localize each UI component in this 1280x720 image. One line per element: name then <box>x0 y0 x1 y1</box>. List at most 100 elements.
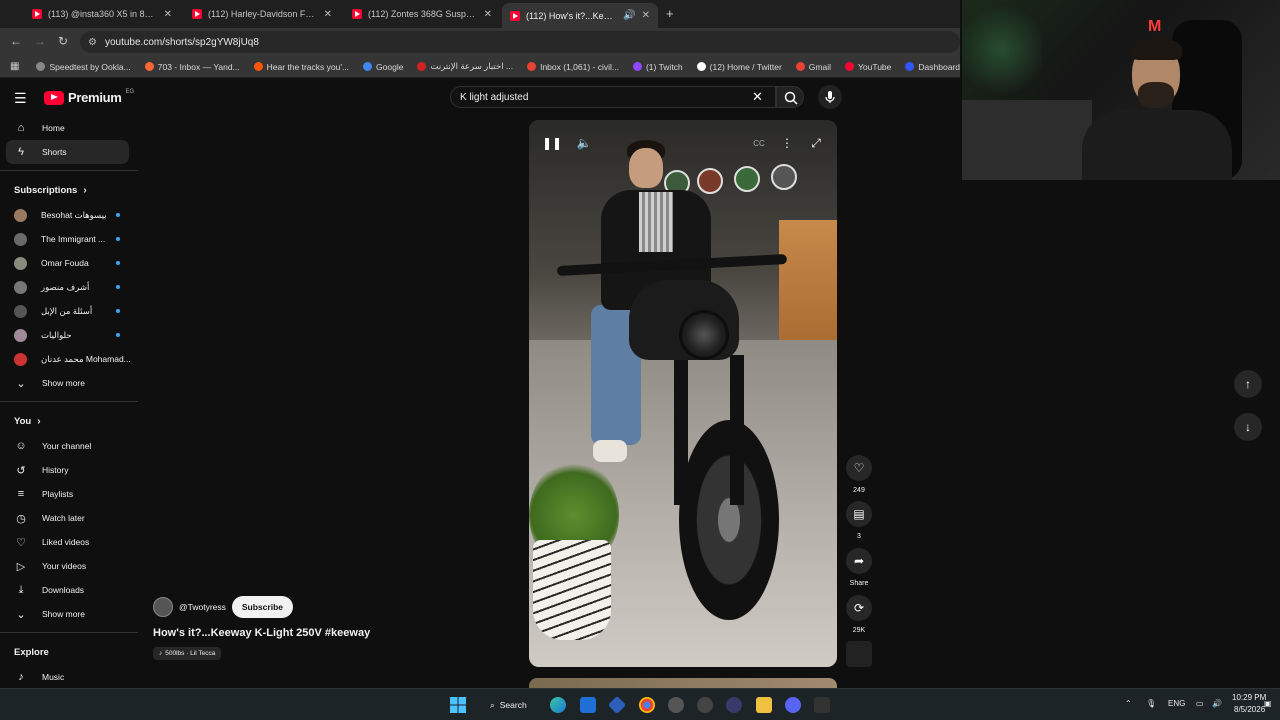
tab-audio-icon[interactable]: 🔊 <box>623 10 635 21</box>
channel-avatar[interactable] <box>153 597 173 617</box>
menu-hamburger-icon[interactable]: ☰ <box>14 90 27 107</box>
clock-time[interactable]: 10:29 PM <box>1232 693 1266 702</box>
back-icon[interactable]: ← <box>10 34 22 48</box>
short-title[interactable]: How's it?...Keeway K-Light 250V #keeway <box>153 627 370 639</box>
bookmark-item[interactable]: Inbox (1,061) - civil... <box>520 62 626 72</box>
new-content-dot <box>116 261 120 265</box>
close-tab-icon[interactable]: ✕ <box>324 9 332 20</box>
voice-search-button[interactable] <box>818 85 842 109</box>
bookmark-item[interactable]: Google <box>356 62 410 72</box>
sidebar-item-your-videos[interactable]: ▷ Your videos <box>0 554 138 578</box>
bookmark-item[interactable]: (1) Twitch <box>626 62 690 72</box>
next-short-preview[interactable] <box>529 678 837 688</box>
sidebar-subscription-item[interactable]: محمد عدنان Mohamad... <box>0 347 138 371</box>
site-info-icon[interactable]: ⚙ <box>88 37 97 48</box>
like-icon[interactable]: ♡ <box>846 455 872 481</box>
volume-icon[interactable]: 🔈 <box>572 131 596 155</box>
sound-thumbnail[interactable] <box>846 641 872 667</box>
network-icon[interactable]: ▭ <box>1196 699 1204 708</box>
sidebar-subscription-item[interactable]: أسئلة من الإبل <box>0 299 138 323</box>
share-action[interactable]: ➦ Share <box>846 548 872 587</box>
steam-icon[interactable] <box>668 697 684 713</box>
sidebar-show-more[interactable]: ⌄ Show more <box>0 602 138 626</box>
captions-icon[interactable]: CC <box>747 131 771 155</box>
search-button[interactable] <box>776 86 804 108</box>
language-indicator[interactable]: ENG <box>1168 699 1185 708</box>
clock-date[interactable]: 8/5/2026 <box>1234 705 1265 714</box>
browser-tab[interactable]: (113) @insta360 X5 in 8k is just ✕ <box>24 3 180 25</box>
bookmark-item[interactable]: Hear the tracks you'... <box>247 62 356 72</box>
microphone-icon[interactable]: 🎙 <box>1146 699 1156 708</box>
remix-action[interactable]: ⟳ 29K <box>846 595 872 634</box>
sidebar-subscription-item[interactable]: أشرف منصور <box>0 275 138 299</box>
sidebar-subscription-item[interactable]: Omar Fouda <box>0 251 138 275</box>
sidebar-item-downloads[interactable]: ⤓ Downloads <box>0 578 138 602</box>
previous-short-button[interactable]: ↑ <box>1234 370 1262 398</box>
address-bar[interactable]: ⚙ youtube.com/shorts/sp2gYW8jUq8 <box>80 31 960 53</box>
browser-tab[interactable]: (112) Zontes 368G Suspension ✕ <box>344 3 500 25</box>
sidebar-item-home[interactable]: ⌂ Home <box>0 116 138 140</box>
search-input[interactable]: K light adjusted <box>450 86 776 108</box>
next-short-button[interactable]: ↓ <box>1234 413 1262 441</box>
4k-app-icon[interactable] <box>697 697 713 713</box>
new-tab-icon[interactable]: + <box>666 6 674 21</box>
app-icon[interactable] <box>814 697 830 713</box>
wordpad-icon[interactable] <box>726 697 742 713</box>
sidebar-subscription-item[interactable]: The Immigrant ... <box>0 227 138 251</box>
subscriptions-header[interactable]: Subscriptions › <box>0 177 138 203</box>
sidebar-show-more[interactable]: ⌄ Show more <box>0 371 138 395</box>
sidebar-item-music[interactable]: ♪ Music <box>0 665 138 689</box>
browser-tab[interactable]: (112) Harley-Davidson FXS8 Bre ✕ <box>184 3 340 25</box>
edge-browser-icon[interactable] <box>550 697 566 713</box>
fullscreen-icon[interactable]: ⤢ <box>804 131 828 155</box>
close-tab-icon[interactable]: ✕ <box>484 9 492 20</box>
sound-thumbnail-icon[interactable] <box>846 641 872 667</box>
windows-start-icon[interactable] <box>450 697 466 713</box>
sidebar-subscription-item[interactable]: حلواليات <box>0 323 138 347</box>
sidebar-item-your-channel[interactable]: ☺ Your channel <box>0 434 138 458</box>
notifications-icon[interactable]: ▣ <box>1264 699 1272 708</box>
discord-icon[interactable] <box>785 697 801 713</box>
file-explorer-icon[interactable] <box>756 697 772 713</box>
bookmark-item[interactable]: Gmail <box>789 62 838 72</box>
more-options-icon[interactable]: ⋮ <box>775 131 799 155</box>
chrome-icon[interactable] <box>639 697 655 713</box>
shorts-video-player[interactable]: ❚❚ 🔈 CC ⋮ ⤢ <box>529 120 837 667</box>
sidebar-item-history[interactable]: ↺ History <box>0 458 138 482</box>
share-icon[interactable]: ➦ <box>846 548 872 574</box>
bookmark-item[interactable]: 703 - Inbox — Yand... <box>138 62 247 72</box>
youtube-premium-logo[interactable]: Premium EG <box>44 89 134 105</box>
close-tab-icon[interactable]: ✕ <box>642 10 650 21</box>
sidebar-item-playlists[interactable]: ≡ Playlists <box>0 482 138 506</box>
apps-grid-icon[interactable]: ▦ <box>0 61 29 72</box>
sidebar-item-watch-later[interactable]: ◷ Watch later <box>0 506 138 530</box>
browser-tab-active[interactable]: (112) How's it?...Keeway K-L 🔊 ✕ <box>502 3 658 28</box>
taskbar-search-button[interactable]: ⌕ Search <box>484 695 533 715</box>
youtube-favicon-icon <box>32 9 42 19</box>
outlook-icon[interactable] <box>580 697 596 713</box>
sidebar-item-shorts[interactable]: ϟ Shorts <box>6 140 129 164</box>
remix-icon[interactable]: ⟳ <box>846 595 872 621</box>
like-action[interactable]: ♡ 249 <box>846 455 872 494</box>
sidebar-item-liked-videos[interactable]: ♡ Liked videos <box>0 530 138 554</box>
clear-search-icon[interactable]: ✕ <box>752 89 763 105</box>
show-hidden-icons-icon[interactable]: ⌃ <box>1125 699 1132 708</box>
forward-icon[interactable]: → <box>34 34 46 48</box>
you-header[interactable]: You › <box>0 408 138 434</box>
app-icon[interactable] <box>607 695 627 715</box>
comments-action[interactable]: ▤ 3 <box>846 501 872 540</box>
bookmark-item[interactable]: Speedtest by Ookla... <box>29 62 137 72</box>
close-tab-icon[interactable]: ✕ <box>164 9 172 20</box>
channel-name[interactable]: @Twotyress <box>179 602 226 612</box>
bookmark-item[interactable]: اختبار سرعة الإنترنت ... <box>410 61 520 72</box>
pause-icon[interactable]: ❚❚ <box>540 131 564 155</box>
sidebar-subscription-item[interactable]: Besohat بيسوهات <box>0 203 138 227</box>
subscribe-button[interactable]: Subscribe <box>231 596 293 618</box>
sidebar: ⌂ Home ϟ Shorts Subscriptions › Besohat … <box>0 116 138 689</box>
speaker-icon[interactable]: 🔊 <box>1212 699 1222 708</box>
sound-chip[interactable]: ♪ 500lbs · Lil Tecca <box>153 647 222 660</box>
reload-icon[interactable]: ↻ <box>58 34 68 48</box>
comment-icon[interactable]: ▤ <box>846 501 872 527</box>
bookmark-item[interactable]: YouTube <box>838 62 898 72</box>
bookmark-item[interactable]: (12) Home / Twitter <box>690 62 789 72</box>
